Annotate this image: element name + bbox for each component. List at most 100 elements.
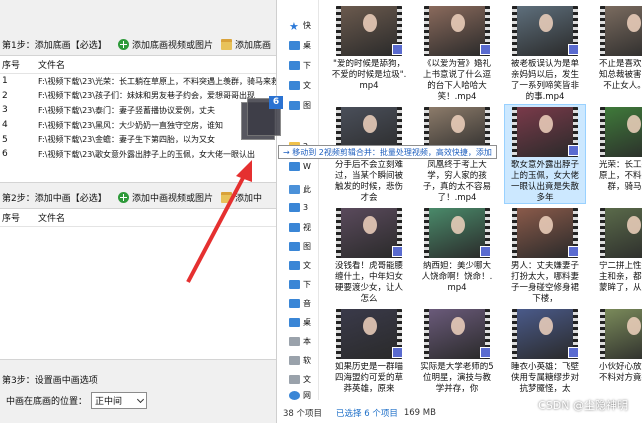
nav-item[interactable]: 视 (289, 222, 311, 233)
add-main-folder-button[interactable]: 添加底画 (221, 38, 271, 51)
nav-item[interactable]: 桌 (289, 40, 311, 51)
row-filename: F:\视频下载\23\光荣：长工躺在草原上，不料突遇上羡群，骑马来救 (38, 76, 276, 86)
row-filename: F:\视频下载\23\黑风：大少奶奶一直独守空房，谁知 (38, 120, 223, 130)
header-filename: 文件名 (38, 61, 66, 71)
folder-icon (221, 191, 233, 203)
selected-size: 169 MB (403, 407, 436, 418)
nav-item-label: 视 (303, 223, 311, 232)
position-select[interactable]: 正中间 (91, 392, 148, 409)
nav-item[interactable]: W (289, 162, 311, 171)
file-name: 歌女意外露出脖子上的玉佩，女大佬一眼认出竟是失散多年 (510, 160, 579, 203)
file-name: 纳西妲：美少哪大人饶命啊！饶命！.mp4 (421, 261, 493, 293)
nav-item[interactable]: 音 (289, 298, 311, 309)
video-file-tile[interactable]: 歌女意外露出脖子上的玉佩，女大佬一眼认出竟是失散多年 (504, 104, 586, 204)
nav-item[interactable]: 此 (289, 184, 311, 195)
add-pip-folder-button[interactable]: 添加中 (221, 191, 262, 204)
nav-item[interactable]: 桌 (289, 317, 311, 328)
nav-item-label: 桌 (303, 41, 311, 50)
position-value: 正中间 (95, 397, 123, 407)
table-row[interactable]: 2 F:\视频下载\23\孩子们：妹妹和男友巷子约会，爱想哥哥出现 (0, 89, 276, 104)
add-pip-video-button[interactable]: 添加中画视频或图片 (118, 191, 213, 204)
row-index: 5 (2, 134, 8, 145)
nav-item[interactable]: ★ 快 (289, 20, 311, 32)
add-main-video-button[interactable]: 添加底画视频或图片 (118, 38, 213, 51)
table-row[interactable]: 6 F:\视频下载\23\歌女意外露出脖子上的玉佩，女大佬一眼认出 (0, 147, 276, 162)
header-index: 序号 (2, 214, 21, 224)
video-file-tile[interactable]: 睡衣小英雄：飞壁侠用专属糖缪步对抗梦魇怪，太 (505, 307, 585, 398)
music-icon (289, 299, 300, 308)
player-app-icon (392, 246, 403, 257)
drag-tooltip-text: → 移动到 2视频剪辑合并：批量处理视频，高效快捷，添加 (283, 147, 492, 157)
table-row[interactable]: 4 F:\视频下载\23\黑风：大少奶奶一直独守空房，谁知 (0, 118, 276, 133)
video-file-tile[interactable]: 没钱看！虎哥能腰缠什土，中年妇女硬要渡少女，让人怎么 (329, 206, 409, 304)
video-file-tile[interactable]: 小伙好心放了鱼，不料对方竟报恩了 (593, 307, 642, 398)
player-app-icon (392, 44, 403, 55)
video-file-tile[interactable]: 如果历史是一群喵四海盟约可爱的草莽英雄，原来 (329, 307, 409, 398)
table-row[interactable]: 5 F:\视频下载\23\金蟾：妻子生下第四胎，以为又女 (0, 132, 276, 147)
player-app-icon (568, 246, 579, 257)
row-filename: F:\视频下载\23\歌女意外露出脖子上的玉佩，女大佬一眼认出 (38, 149, 255, 159)
nav-item[interactable]: 软 (289, 355, 311, 366)
header-filename: 文件名 (38, 214, 66, 224)
add-icon (118, 191, 129, 203)
nav-item-label: 文 (303, 375, 311, 384)
step2-title: 第2步：添加中画【必选】 (2, 193, 107, 204)
pictures-icon (289, 242, 300, 251)
step3-toolbar: 第3步：设置画中画选项 (0, 369, 276, 389)
video-file-tile[interactable]: "爱的时候是舔狗，不爱的时候是垃圾".mp4 (329, 4, 409, 102)
nav-item[interactable]: 网 (289, 390, 311, 401)
position-label: 中画在底画的位置： (6, 397, 88, 407)
file-explorer-window: ★快桌下文图2W此3视图文下音桌本软文网 "爱的时候是舔狗，不爱的时候是垃圾".… (276, 0, 642, 423)
nav-item[interactable]: 文 (289, 260, 311, 271)
nav-item-label: 下 (303, 280, 311, 289)
header-index: 序号 (2, 61, 21, 71)
step2-toolbar: 第2步：添加中画【必选】 添加中画视频或图片 添加中 (0, 187, 276, 207)
video-thumbnail (600, 107, 642, 157)
documents-icon (289, 261, 300, 270)
nav-item[interactable]: 下 (289, 279, 311, 290)
video-file-tile[interactable]: 不止是喜欢，妹得知总裁被害，以为不止女人。听完 (593, 4, 642, 102)
table-row[interactable]: 1 F:\视频下载\23\光荣：长工躺在草原上，不料突遇上羡群，骑马来救 (0, 74, 276, 89)
drag-count-badge: 6 (269, 96, 283, 109)
download-icon (289, 61, 300, 70)
navigation-pane: ★快桌下文图2W此3视图文下音桌本软文网 (277, 0, 319, 400)
table-header: 序号 文件名 (0, 56, 276, 74)
row-filename: F:\视频下载\23\孩子们：妹妹和男友巷子约会，爱想哥哥出现 (38, 91, 255, 101)
nav-item[interactable]: 文 (289, 374, 311, 385)
nav-item[interactable]: 文 (289, 80, 311, 91)
nav-item[interactable]: 3 (289, 203, 308, 212)
player-app-icon (568, 145, 579, 156)
video-file-tile[interactable]: 光荣：长工躺在草原上，不料遇上羡群，骑马来救 (593, 105, 642, 203)
player-app-icon (480, 44, 491, 55)
desktop-icon (289, 318, 300, 327)
add-main-folder-label: 添加底画 (235, 40, 272, 51)
video-file-tile[interactable]: 被老板误认为是单亲妈妈以后，发生了一系列啼笑皆非的事.mp4 (505, 4, 585, 102)
player-app-icon (392, 347, 403, 358)
video-file-tile[interactable]: 《以爱为营》婚礼上书意说了什么逗的台下人哈哈大笑！.mp4 (417, 4, 497, 102)
video-file-tile[interactable]: 宁二拼上性命止公主和亲，都被和被蒙眸了，从此又能 (593, 206, 642, 304)
add-pip-video-label: 添加中画视频或图片 (132, 193, 214, 204)
video-file-tile[interactable]: 实际是大学老师的5位明星，演技与教学并存，你 (417, 307, 497, 398)
table-row[interactable]: 3 F:\视频下载\23\泰门：妻子竖蓄播协议爱例，丈夫 (0, 103, 276, 118)
file-name: 宁二拼上性命止公主和亲，都被和被蒙眸了，从此又能 (598, 261, 642, 293)
nav-item-label: 音 (303, 299, 311, 308)
video-file-tile[interactable]: 男人：丈夫嫌妻子打扮太大，哪料妻子一身碰空修身裙下楼， (505, 206, 585, 304)
nav-item[interactable]: 本 (289, 336, 311, 347)
video-thumbnail (600, 309, 642, 359)
row-index: 4 (2, 120, 8, 131)
drag-tooltip: → 移动到 2视频剪辑合并：批量处理视频，高效快捷，添加 (278, 145, 497, 159)
watermark: CSDN @尘隐神明 (538, 399, 628, 412)
row-index: 3 (2, 105, 8, 116)
video-file-tile[interactable]: 纳西妲：美少哪大人饶命啊！饶命！.mp4 (417, 206, 497, 304)
nav-item[interactable]: 图 (289, 241, 311, 252)
step1-title: 第1步：添加底画【必选】 (2, 40, 107, 51)
file-name: 凤凰终于考上大学，穷人家的孩子，真的太不容易了！.mp4 (422, 160, 491, 203)
nav-item-label: 软 (303, 356, 311, 365)
nav-item[interactable]: 下 (289, 60, 311, 71)
position-option: 中画在底画的位置： 正中间 (0, 392, 276, 409)
add-icon (118, 38, 129, 50)
player-app-icon (480, 246, 491, 257)
drag-ghost: 6 (241, 94, 293, 144)
add-main-video-label: 添加底画视频或图片 (132, 40, 214, 51)
video-thumbnail (600, 208, 642, 258)
